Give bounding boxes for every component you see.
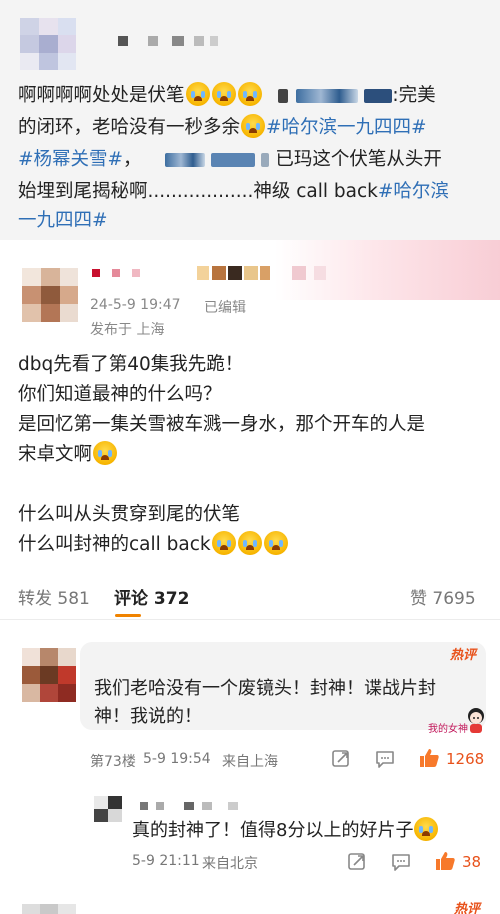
redacted-mention[interactable] bbox=[261, 153, 270, 167]
quoted-text-line: 一九四四# bbox=[18, 206, 108, 236]
tab-label: 评论 bbox=[114, 589, 148, 609]
tab-count: 581 bbox=[57, 589, 90, 609]
post-text-line: 什么叫从头贯穿到尾的伏笔 bbox=[18, 504, 241, 525]
main-post: 24-5-9 19:47 已编辑 发布于 上海 dbq先看了第40集我先跪！ 你… bbox=[0, 240, 500, 570]
post-text-line: 是回忆第一集关雪被车溅一身水，那个开车的人是 bbox=[18, 414, 426, 435]
next-comment-preview: 热评 bbox=[0, 898, 500, 914]
reply-avatar[interactable] bbox=[94, 796, 122, 822]
comment-icon[interactable] bbox=[374, 748, 396, 770]
edited-label[interactable]: 已编辑 bbox=[204, 297, 246, 317]
next-commenter-avatar[interactable] bbox=[22, 904, 76, 914]
comment-text-line: 神！我说的！ bbox=[94, 706, 202, 727]
text: 真的封神了！值得8分以上的好片子 bbox=[132, 820, 414, 841]
like-count: 38 bbox=[462, 853, 482, 871]
crying-emoji-icon bbox=[263, 531, 288, 555]
post-text-line: dbq先看了第40集我先跪！ bbox=[18, 354, 244, 375]
quoted-text-line: #杨幂关雪#， 已玛这个伏笔从头开 bbox=[18, 145, 442, 175]
reply-username[interactable] bbox=[140, 800, 290, 812]
reply-time: 5-9 21:11 bbox=[132, 853, 200, 869]
redacted-mention[interactable] bbox=[211, 153, 256, 167]
tab-comments[interactable]: 评论 372 bbox=[114, 584, 189, 609]
avatar[interactable] bbox=[22, 268, 78, 322]
hashtag-link[interactable]: 一九四四# bbox=[18, 210, 108, 231]
comment-location: 来自上海 bbox=[222, 754, 278, 770]
interaction-tabs: 转发 581 评论 372 赞 7695 bbox=[0, 576, 500, 620]
hot-comment-badge: 热评 bbox=[449, 648, 476, 663]
crying-emoji-icon bbox=[237, 82, 262, 106]
crying-emoji-icon bbox=[93, 441, 118, 465]
next-hot-comment-badge: 热评 bbox=[453, 902, 480, 914]
repost-icon[interactable] bbox=[330, 748, 352, 770]
tab-likes[interactable]: 赞 7695 bbox=[410, 584, 476, 609]
tab-count: 372 bbox=[153, 589, 190, 609]
reply-text: 真的封神了！值得8分以上的好片子 bbox=[132, 817, 439, 845]
commenter-avatar[interactable] bbox=[22, 648, 76, 702]
text: 什么叫封神的call back bbox=[18, 534, 211, 555]
post-text-line: 什么叫封神的call back bbox=[18, 530, 289, 560]
quoted-original-post[interactable]: 啊啊啊啊处处是伏笔 :完美 的闭环，老哈没有一秒多余 #哈尔滨一九四四# #杨幂关… bbox=[0, 0, 500, 240]
comment-icon[interactable] bbox=[390, 851, 412, 873]
reply-location: 来自北京 bbox=[202, 856, 258, 872]
tab-repost[interactable]: 转发 581 bbox=[18, 584, 90, 609]
like-icon[interactable] bbox=[418, 747, 440, 769]
quoted-text-line: 啊啊啊啊处处是伏笔 :完美 bbox=[18, 81, 436, 111]
sticker-text: 我的女神 bbox=[428, 724, 468, 735]
text: 宋卓文啊 bbox=[18, 444, 93, 465]
crying-emoji-icon bbox=[237, 531, 262, 555]
hashtag-link[interactable]: #哈尔滨 bbox=[378, 181, 449, 202]
post-text-line: 你们知道最神的什么吗？ bbox=[18, 384, 222, 405]
like-count: 1268 bbox=[446, 750, 485, 768]
quoted-avatar[interactable] bbox=[20, 18, 76, 70]
hashtag-link[interactable]: #哈尔滨一九四四# bbox=[266, 117, 427, 138]
crying-emoji-icon bbox=[414, 817, 439, 841]
text: 啊啊啊啊处处是伏笔 bbox=[18, 85, 185, 106]
cartoon-sticker-icon bbox=[468, 708, 484, 733]
quoted-text-line: 始埋到尾揭秘啊..................神级 call back#哈尔… bbox=[18, 177, 449, 207]
sticker-badge: 我的女神 bbox=[426, 708, 488, 738]
comment-text-line: 我们老哈没有一个废镜头！封神！谍战片封 bbox=[94, 678, 436, 699]
tab-label: 转发 bbox=[18, 589, 52, 609]
crying-emoji-icon bbox=[211, 82, 236, 106]
redacted-mention[interactable] bbox=[364, 89, 393, 103]
quoted-username[interactable] bbox=[118, 34, 218, 46]
text: :完美 bbox=[392, 85, 436, 106]
comment-floor: 第73楼 bbox=[90, 754, 136, 770]
text: 的闭环，老哈没有一秒多余 bbox=[18, 117, 241, 138]
redacted-mention[interactable] bbox=[165, 153, 206, 167]
text: 始埋到尾揭秘啊..................神级 call back bbox=[18, 181, 378, 202]
redacted-mention[interactable] bbox=[278, 89, 289, 103]
post-date: 24-5-9 19:47 bbox=[90, 297, 181, 313]
post-location: 发布于 上海 bbox=[90, 322, 165, 338]
crying-emoji-icon bbox=[241, 114, 266, 138]
text: 已玛这个伏笔从头开 bbox=[275, 149, 442, 170]
comments-list: 热评 我们老哈没有一个废镜头！封神！谍战片封 神！我说的！ 我的女神 第73楼 … bbox=[0, 620, 500, 914]
post-text-line: 宋卓文啊 bbox=[18, 440, 118, 470]
crying-emoji-icon bbox=[185, 82, 210, 106]
crying-emoji-icon bbox=[211, 531, 236, 555]
text: ， bbox=[123, 149, 142, 170]
tab-label: 赞 bbox=[410, 589, 427, 609]
tab-count: 7695 bbox=[432, 589, 476, 609]
repost-icon[interactable] bbox=[346, 851, 368, 873]
quoted-text-line: 的闭环，老哈没有一秒多余 #哈尔滨一九四四# bbox=[18, 113, 427, 143]
hashtag-link[interactable]: #杨幂关雪# bbox=[18, 149, 123, 170]
redacted-mention[interactable] bbox=[296, 89, 359, 103]
comment-time: 5-9 19:54 bbox=[143, 751, 211, 767]
username[interactable] bbox=[92, 266, 362, 280]
active-tab-indicator bbox=[115, 614, 141, 617]
like-icon[interactable] bbox=[434, 850, 456, 872]
